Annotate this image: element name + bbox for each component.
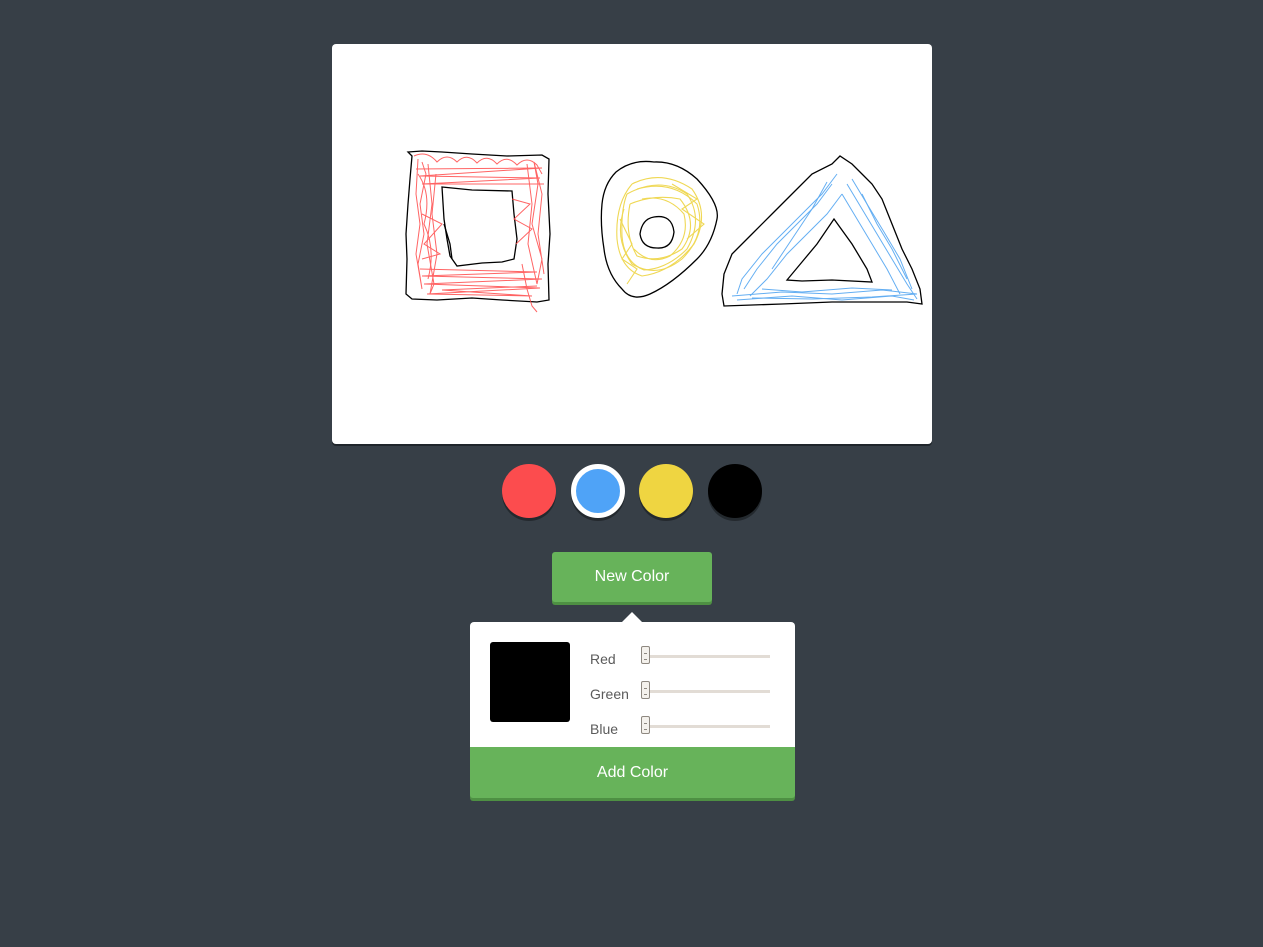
blue-slider-handle[interactable] (641, 716, 650, 734)
triangle-outline-stroke (721, 155, 923, 307)
new-color-button[interactable]: New Color (552, 552, 712, 602)
app-stage: New Color Red Green Blue Add Color (0, 0, 1263, 947)
green-slider-label: Green (590, 686, 629, 702)
red-slider-row: Red (590, 646, 780, 668)
color-picker-body: Red Green Blue (470, 622, 795, 747)
blue-slider-label: Blue (590, 721, 619, 737)
circle-scribble-stroke (616, 177, 705, 285)
green-slider-handle[interactable] (641, 681, 650, 699)
color-palette (502, 464, 772, 524)
color-swatch-blue[interactable] (571, 464, 625, 518)
drawing-canvas[interactable] (332, 44, 932, 444)
popover-arrow (622, 612, 642, 622)
green-slider-track[interactable] (642, 690, 770, 693)
blue-slider-row: Blue (590, 716, 780, 738)
color-swatch-black[interactable] (708, 464, 762, 518)
add-color-button[interactable]: Add Color (470, 747, 795, 798)
color-swatch-yellow[interactable] (639, 464, 693, 518)
color-preview-swatch (490, 642, 570, 722)
drawing-surface[interactable] (332, 44, 932, 444)
square-scribble-stroke (413, 153, 545, 313)
color-picker-popover: Red Green Blue Add Color (470, 612, 795, 800)
color-swatch-red[interactable] (502, 464, 556, 518)
red-slider-label: Red (590, 651, 616, 667)
green-slider-row: Green (590, 681, 780, 703)
triangle-scribble-stroke (731, 173, 918, 301)
red-slider-track[interactable] (642, 655, 770, 658)
red-slider-handle[interactable] (641, 646, 650, 664)
blue-slider-track[interactable] (642, 725, 770, 728)
